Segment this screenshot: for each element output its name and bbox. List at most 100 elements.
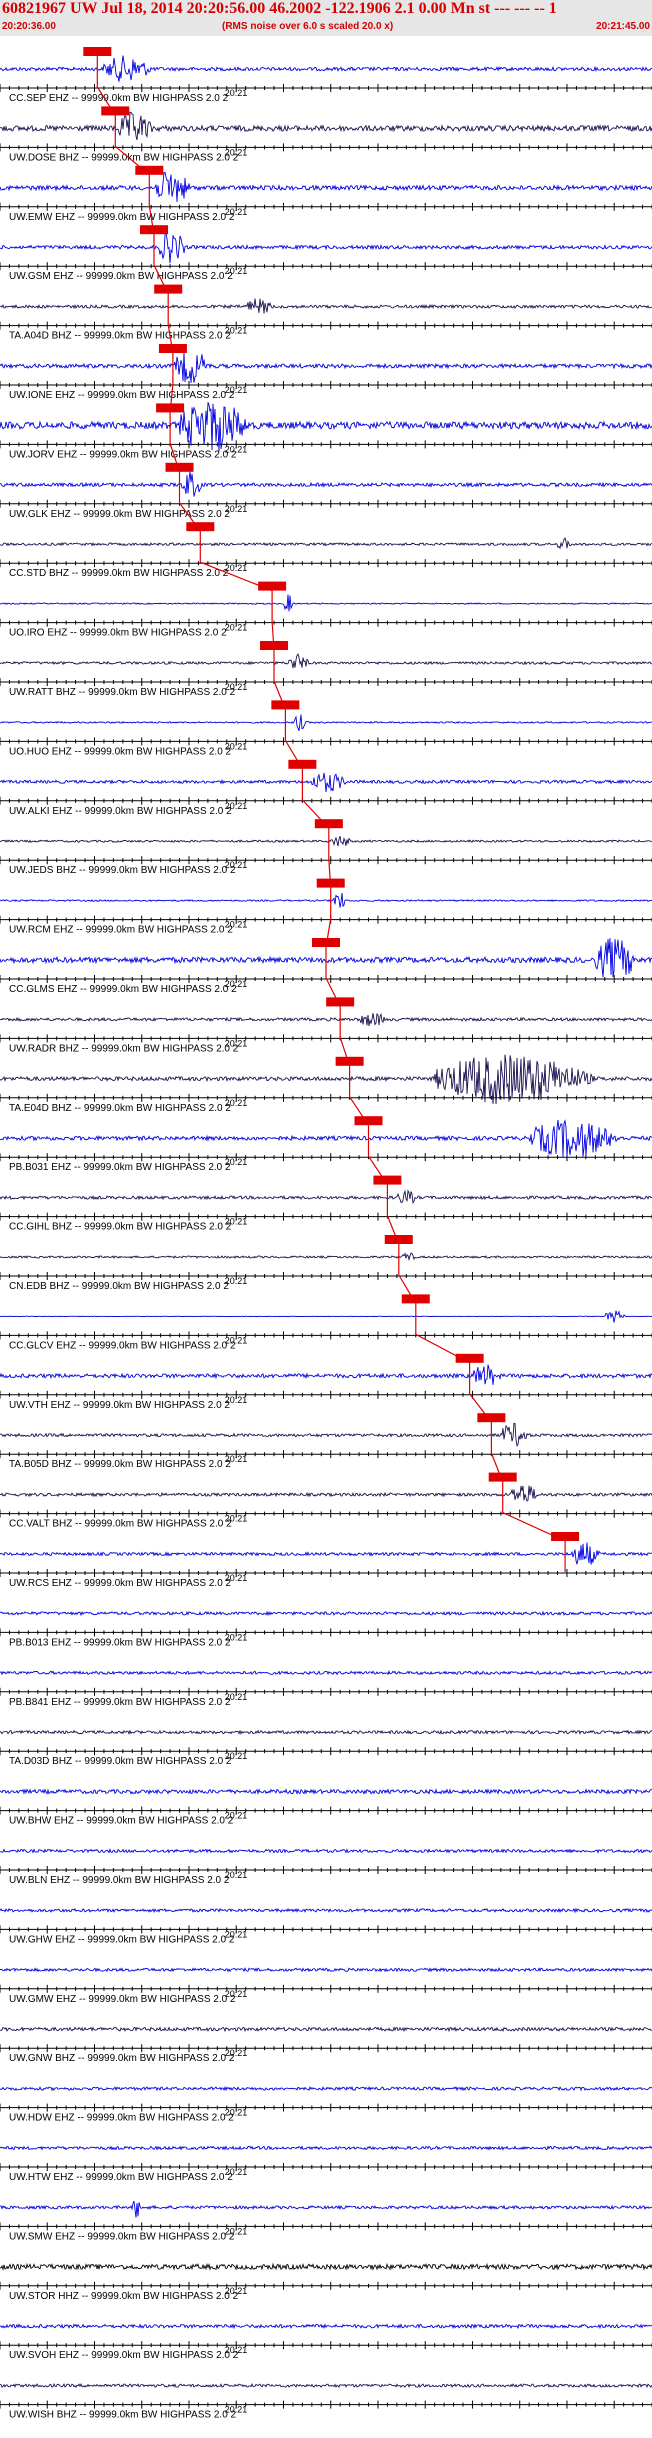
station-label: UW.JEDS BHZ -- 99999.0km BW HIGHPASS 2.0… bbox=[9, 865, 236, 876]
waveform-trace bbox=[0, 2262, 652, 2271]
waveform-trace bbox=[0, 1485, 652, 1502]
station-label: UW.GHW EHZ -- 99999.0km BW HIGHPASS 2.0 … bbox=[9, 1934, 235, 1945]
trace-row: 20:21CC.STD BHZ -- 99999.0km BW HIGHPASS… bbox=[0, 522, 652, 579]
trace-row: 20:21UW.VTH EHZ -- 99999.0km BW HIGHPASS… bbox=[0, 1353, 652, 1411]
trace-row: 20:21UW.RCM EHZ -- 99999.0km BW HIGHPASS… bbox=[0, 878, 652, 936]
waveform-trace bbox=[0, 1848, 652, 1854]
trace-row: 20:21UW.DOSE BHZ -- 99999.0km BW HIGHPAS… bbox=[0, 106, 652, 163]
waveform-trace bbox=[0, 772, 652, 793]
waveform-trace bbox=[0, 2382, 652, 2389]
trace-row: 20:21UW.GNW BHZ -- 99999.0km BW HIGHPASS… bbox=[0, 2026, 652, 2064]
trace-row: 20:21PB.B031 EHZ -- 99999.0km BW HIGHPAS… bbox=[0, 1116, 652, 1173]
station-label: UW.SVOH EHZ -- 99999.0km BW HIGHPASS 2.0… bbox=[9, 2350, 239, 2361]
waveform-trace bbox=[0, 351, 652, 383]
station-label: TA.A04D BHZ -- 99999.0km BW HIGHPASS 2.0… bbox=[9, 331, 231, 342]
station-label: TA.D03D BHZ -- 99999.0km BW HIGHPASS 2.0… bbox=[9, 1756, 232, 1767]
seismogram-panel: 20:21CC.SEP EHZ -- 99999.0km BW HIGHPASS… bbox=[0, 47, 652, 2421]
end-time: 20:21:45.00 bbox=[596, 21, 650, 32]
pick-marker bbox=[186, 522, 215, 532]
station-label: PB.B031 EHZ -- 99999.0km BW HIGHPASS 2.0… bbox=[9, 1162, 231, 1173]
trace-row: 20:21UW.GHW EHZ -- 99999.0km BW HIGHPASS… bbox=[0, 1907, 652, 1945]
waveform-trace bbox=[0, 1364, 652, 1385]
waveform-trace bbox=[0, 1610, 652, 1617]
trace-row: 20:21UW.RCS EHZ -- 99999.0km BW HIGHPASS… bbox=[0, 1532, 652, 1589]
trace-row: 20:21UW.BLN EHZ -- 99999.0km BW HIGHPASS… bbox=[0, 1848, 652, 1886]
minute-tick-label: 20:21 bbox=[225, 88, 248, 98]
trace-row: 20:21UW.SMW EHZ -- 99999.0km BW HIGHPASS… bbox=[0, 2200, 652, 2242]
station-label: UO.HUO EHZ -- 99999.0km BW HIGHPASS 2.0 … bbox=[9, 746, 232, 757]
waveform-trace bbox=[0, 1907, 652, 1914]
station-label: UW.RATT BHZ -- 99999.0km BW HIGHPASS 2.0… bbox=[9, 687, 236, 698]
pick-marker bbox=[101, 106, 130, 116]
waveform-trace bbox=[0, 2323, 652, 2330]
waveform-trace bbox=[0, 1542, 652, 1565]
station-label: TA.E04D BHZ -- 99999.0km BW HIGHPASS 2.0… bbox=[9, 1103, 231, 1114]
station-label: UW.STOR HHZ -- 99999.0km BW HIGHPASS 2.0… bbox=[9, 2291, 239, 2302]
trace-row: 20:21UW.EMW EHZ -- 99999.0km BW HIGHPASS… bbox=[0, 165, 652, 223]
trace-row: 20:21CC.GLCV EHZ -- 99999.0km BW HIGHPAS… bbox=[0, 1294, 652, 1351]
pick-marker bbox=[154, 284, 183, 294]
trace-row: 20:21UW.RATT BHZ -- 99999.0km BW HIGHPAS… bbox=[0, 641, 652, 698]
trace-row: 20:21TA.E04D BHZ -- 99999.0km BW HIGHPAS… bbox=[0, 1054, 652, 1114]
waveform-trace bbox=[0, 1189, 652, 1205]
trace-row: 20:21UW.RADR BHZ -- 99999.0km BW HIGHPAS… bbox=[0, 997, 652, 1054]
station-label: CC.STD BHZ -- 99999.0km BW HIGHPASS 2.0 … bbox=[9, 568, 229, 579]
trace-row: 20:21UW.GSM EHZ -- 99999.0km BW HIGHPASS… bbox=[0, 225, 652, 282]
station-label: CC.SEP EHZ -- 99999.0km BW HIGHPASS 2.0 … bbox=[9, 93, 229, 104]
station-label: UW.BHW EHZ -- 99999.0km BW HIGHPASS 2.0 … bbox=[9, 1816, 234, 1827]
station-label: CC.GLCV EHZ -- 99999.0km BW HIGHPASS 2.0… bbox=[9, 1340, 236, 1351]
trace-row: 20:21UW.JORV EHZ -- 99999.0km BW HIGHPAS… bbox=[0, 402, 652, 460]
pick-marker bbox=[288, 759, 317, 769]
station-label: UW.RADR BHZ -- 99999.0km BW HIGHPASS 2.0… bbox=[9, 1043, 239, 1054]
station-label: CC.GIHL BHZ -- 99999.0km BW HIGHPASS 2.0… bbox=[9, 1222, 232, 1233]
station-label: UW.SMW EHZ -- 99999.0km BW HIGHPASS 2.0 … bbox=[9, 2231, 235, 2242]
station-label: PB.B841 EHZ -- 99999.0km BW HIGHPASS 2.0… bbox=[9, 1697, 231, 1708]
waveform-trace bbox=[0, 471, 652, 497]
trace-row: 20:21UO.HUO EHZ -- 99999.0km BW HIGHPASS… bbox=[0, 700, 652, 757]
waveform-trace bbox=[0, 2085, 652, 2092]
waveform-trace bbox=[0, 1669, 652, 1676]
waveform-trace bbox=[0, 171, 652, 202]
pick-marker bbox=[477, 1413, 506, 1423]
trace-row: 20:21UW.GMW EHZ -- 99999.0km BW HIGHPASS… bbox=[0, 1967, 652, 2005]
waveform-trace bbox=[0, 714, 652, 731]
waveform-trace bbox=[0, 1054, 652, 1105]
trace-row: 20:21UW.HDW EHZ -- 99999.0km BW HIGHPASS… bbox=[0, 2085, 652, 2124]
station-label: CC.GLMS EHZ -- 99999.0km BW HIGHPASS 2.0… bbox=[9, 984, 237, 995]
station-label: UW.ALKI EHZ -- 99999.0km BW HIGHPASS 2.0… bbox=[9, 806, 232, 817]
trace-row: 20:21UW.HTW EHZ -- 99999.0km BW HIGHPASS… bbox=[0, 2145, 652, 2183]
pick-marker bbox=[354, 1116, 383, 1126]
waveform-trace bbox=[0, 835, 652, 847]
minute-tick-label: 20:21 bbox=[225, 623, 248, 633]
waveform-trace bbox=[0, 2200, 652, 2218]
waveform-trace bbox=[0, 1310, 652, 1323]
waveform-trace bbox=[0, 111, 652, 141]
pick-marker bbox=[373, 1175, 402, 1185]
station-label: UW.HTW EHZ -- 99999.0km BW HIGHPASS 2.0 … bbox=[9, 2172, 233, 2183]
pick-marker bbox=[401, 1294, 430, 1304]
trace-row: 20:21UW.JEDS BHZ -- 99999.0km BW HIGHPAS… bbox=[0, 819, 652, 876]
waveform-trace bbox=[0, 2145, 652, 2151]
trace-row: 20:21TA.A04D BHZ -- 99999.0km BW HIGHPAS… bbox=[0, 284, 652, 342]
station-label: UW.GMW EHZ -- 99999.0km BW HIGHPASS 2.0 … bbox=[9, 1994, 236, 2005]
trace-row: 20:21UO.IRO EHZ -- 99999.0km BW HIGHPASS… bbox=[0, 581, 652, 639]
station-label: UW.GLK EHZ -- 99999.0km BW HIGHPASS 2.0 … bbox=[9, 509, 230, 520]
waveform-trace bbox=[0, 653, 652, 669]
station-label: UW.IONE EHZ -- 99999.0km BW HIGHPASS 2.0… bbox=[9, 390, 235, 401]
station-label: UW.GNW BHZ -- 99999.0km BW HIGHPASS 2.0 … bbox=[9, 2053, 235, 2064]
waveform-trace bbox=[0, 1252, 652, 1262]
waveform-trace bbox=[0, 892, 652, 908]
station-label: UW.JORV EHZ -- 99999.0km BW HIGHPASS 2.0… bbox=[9, 449, 237, 460]
start-time: 20:20:36.00 bbox=[2, 21, 56, 32]
station-label: CN.EDB BHZ -- 99999.0km BW HIGHPASS 2.0 … bbox=[9, 1281, 229, 1292]
waveform-trace bbox=[0, 1967, 652, 1973]
trace-row: 20:21CC.GIHL BHZ -- 99999.0km BW HIGHPAS… bbox=[0, 1175, 652, 1233]
station-label: PB.B013 EHZ -- 99999.0km BW HIGHPASS 2.0… bbox=[9, 1637, 231, 1648]
pick-marker bbox=[314, 819, 343, 829]
waveform-trace bbox=[0, 1422, 652, 1447]
waveform-trace bbox=[0, 1729, 652, 1735]
station-label: UW.HDW EHZ -- 99999.0km BW HIGHPASS 2.0 … bbox=[9, 2113, 234, 2124]
station-label: UW.WISH BHZ -- 99999.0km BW HIGHPASS 2.0… bbox=[9, 2410, 237, 2421]
waveform-trace bbox=[0, 537, 652, 550]
station-label: UW.GSM EHZ -- 99999.0km BW HIGHPASS 2.0 … bbox=[9, 271, 233, 282]
